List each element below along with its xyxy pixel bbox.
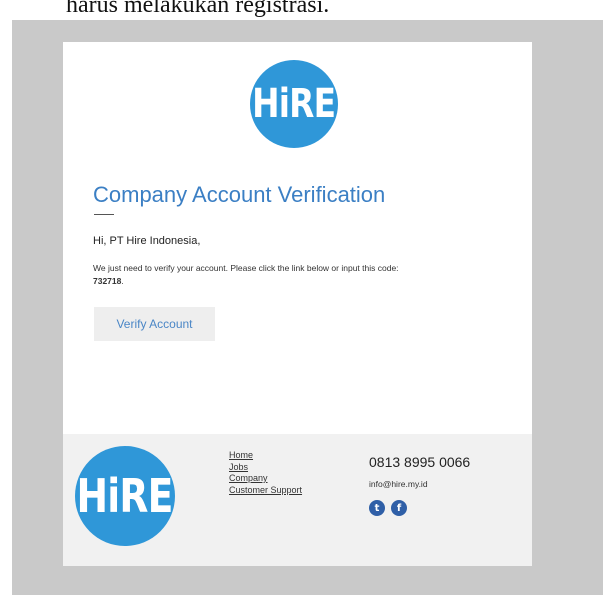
footer-link-company[interactable]: Company xyxy=(229,473,302,485)
footer-link-jobs[interactable]: Jobs xyxy=(229,462,302,474)
footer-link-home[interactable]: Home xyxy=(229,450,302,462)
verify-account-button[interactable]: Verify Account xyxy=(94,307,215,341)
document-heading-fragment: harus melakukan registrasi. xyxy=(66,0,330,18)
email-title: Company Account Verification xyxy=(93,182,386,207)
twitter-icon[interactable]: t xyxy=(369,500,385,516)
footer-email: info@hire.my.id xyxy=(369,479,428,489)
email-card: HiRE Company Account Verification Hi, PT… xyxy=(63,42,532,566)
title-divider xyxy=(94,214,114,215)
footer-hire-logo: HiRE xyxy=(75,446,175,546)
email-footer: HiRE Home Jobs Company Customer Support … xyxy=(63,434,532,566)
hire-logo: HiRE xyxy=(250,60,338,148)
hire-logo-text: HiRE xyxy=(252,81,336,127)
footer-link-customer-support[interactable]: Customer Support xyxy=(229,485,302,497)
code-suffix: . xyxy=(121,276,124,286)
verification-code: 732718 xyxy=(93,276,122,286)
social-links: t f xyxy=(369,500,407,516)
greeting-text: Hi, PT Hire Indonesia, xyxy=(93,235,201,247)
facebook-icon[interactable]: f xyxy=(391,500,407,516)
message-text: We just need to verify your account. Ple… xyxy=(93,263,399,273)
footer-logo-text: HiRE xyxy=(76,469,174,523)
verification-message: We just need to verify your account. Ple… xyxy=(93,262,513,288)
footer-links: Home Jobs Company Customer Support xyxy=(229,450,302,496)
footer-phone: 0813 8995 0066 xyxy=(369,454,471,470)
